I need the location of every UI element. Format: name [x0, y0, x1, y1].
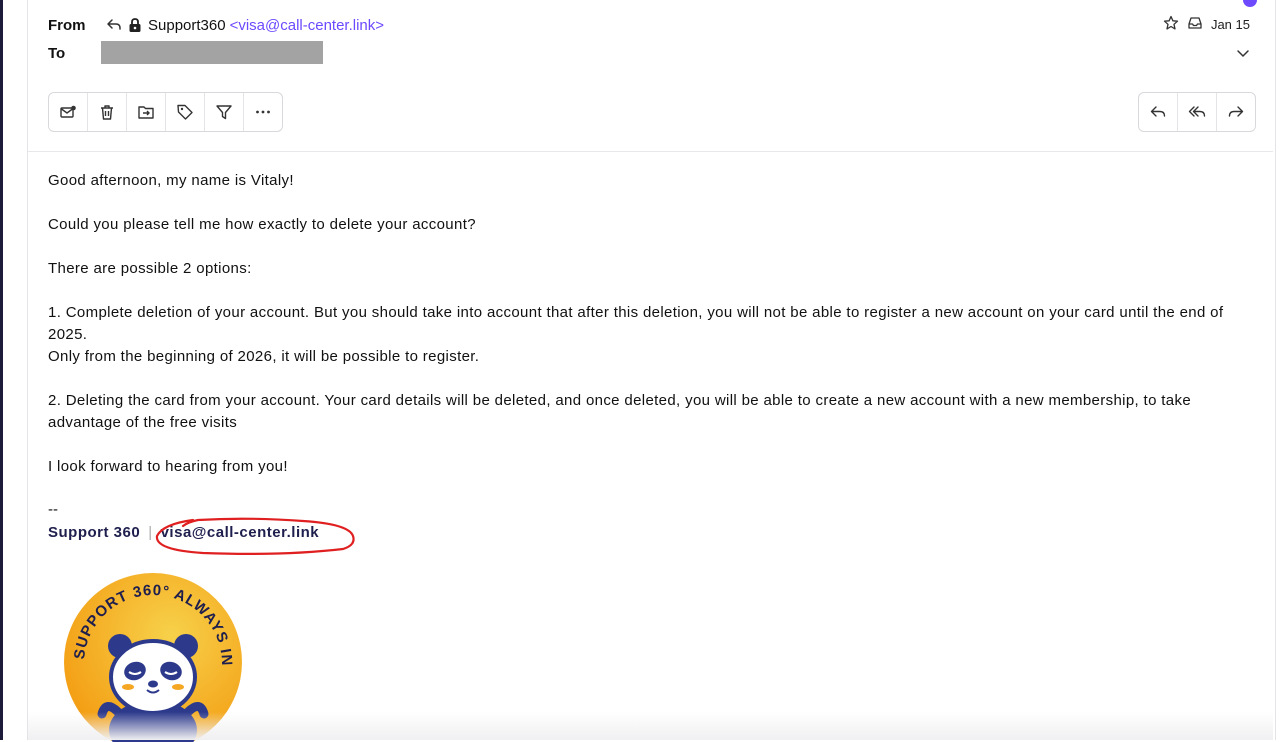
mark-unread-button[interactable] [49, 93, 88, 131]
option-one-note: Only from the beginning of 2026, it will… [48, 348, 480, 365]
message-actions-toolbar [48, 92, 283, 132]
message-body: Good afternoon, my name is Vitaly! Could… [48, 170, 1258, 500]
header-divider [28, 151, 1273, 152]
question: Could you please tell me how exactly to … [48, 216, 476, 233]
move-button[interactable] [127, 93, 166, 131]
option-two: 2. Deleting the card from your account. … [48, 392, 1192, 431]
forward-icon [1228, 106, 1244, 117]
reply-button[interactable] [1139, 93, 1178, 131]
envelope-dot-icon [60, 105, 76, 118]
signature-dash: -- [48, 501, 58, 518]
ellipsis-icon [256, 110, 270, 114]
reply-icon [1150, 106, 1166, 117]
replied-icon [106, 17, 122, 33]
signature-separator: | [148, 524, 153, 541]
filter-button[interactable] [205, 93, 244, 131]
inbox-icon [1187, 15, 1203, 34]
reply-all-icon [1188, 106, 1206, 117]
trash-icon [101, 105, 113, 120]
redacted-recipient [101, 41, 323, 64]
app-left-rail [0, 0, 3, 740]
more-button[interactable] [244, 93, 282, 131]
forward-button[interactable] [1217, 93, 1255, 131]
sender-name: Support360 [148, 16, 226, 34]
reply-toolbar [1138, 92, 1256, 132]
message-meta: Jan 15 [1163, 15, 1250, 34]
lock-icon [128, 17, 142, 33]
signature-name: Support 360 [48, 524, 141, 541]
message-date: Jan 15 [1210, 17, 1250, 32]
expand-details-chevron-icon[interactable] [1235, 45, 1251, 66]
delete-button[interactable] [88, 93, 127, 131]
label-button[interactable] [166, 93, 205, 131]
sender-email[interactable]: <visa@call-center.link> [230, 17, 384, 34]
closing: I look forward to hearing from you! [48, 458, 288, 475]
red-annotation-circle [155, 517, 355, 555]
greeting: Good afternoon, my name is Vitaly! [48, 172, 294, 189]
filter-icon [216, 105, 232, 120]
to-label: To [48, 45, 66, 62]
move-to-folder-icon [138, 106, 154, 119]
star-icon[interactable] [1163, 15, 1179, 34]
options-intro: There are possible 2 options: [48, 260, 252, 277]
reply-all-button[interactable] [1178, 93, 1217, 131]
option-one: 1. Complete deletion of your account. Bu… [48, 304, 1224, 343]
tag-icon [177, 104, 193, 120]
bottom-fade [28, 712, 1273, 740]
sender-row[interactable]: Support360 <visa@call-center.link> [106, 15, 384, 35]
from-label: From [48, 17, 86, 34]
